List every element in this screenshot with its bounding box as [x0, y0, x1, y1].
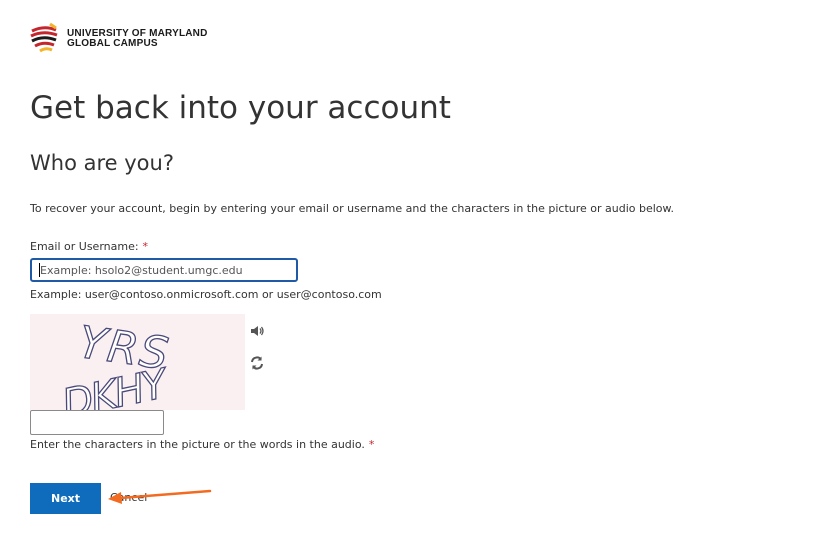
email-label-text: Email or Username:	[30, 240, 139, 253]
captcha-hint-text: Enter the characters in the picture or t…	[30, 438, 365, 451]
captcha-input[interactable]	[30, 410, 164, 435]
page-title: Get back into your account	[30, 90, 451, 126]
required-mark: *	[368, 438, 375, 451]
email-label: Email or Username: *	[30, 240, 148, 253]
umgc-logo-mark-icon	[30, 22, 58, 53]
logo-line-2: GLOBAL CAMPUS	[67, 38, 158, 49]
email-example-hint: Example: user@contoso.onmicrosoft.com or…	[30, 288, 382, 301]
email-input[interactable]	[30, 258, 298, 282]
captcha-image: YRS DKHY	[30, 314, 245, 410]
next-button[interactable]: Next	[30, 483, 101, 514]
text-caret	[39, 263, 40, 277]
intro-text: To recover your account, begin by enteri…	[30, 202, 675, 215]
cancel-link[interactable]: Cancel	[110, 491, 147, 504]
password-reset-page: UNIVERSITY OF MARYLAND GLOBAL CAMPUS Get…	[0, 0, 814, 548]
logo-text: UNIVERSITY OF MARYLAND GLOBAL CAMPUS	[67, 29, 208, 49]
page-subtitle: Who are you?	[30, 151, 174, 175]
speaker-icon[interactable]	[249, 323, 265, 339]
captcha-hint: Enter the characters in the picture or t…	[30, 438, 374, 451]
required-mark: *	[142, 240, 149, 253]
captcha-graphic: YRS DKHY	[58, 316, 176, 410]
umgc-logo: UNIVERSITY OF MARYLAND GLOBAL CAMPUS	[30, 22, 220, 56]
refresh-icon[interactable]	[249, 355, 265, 371]
